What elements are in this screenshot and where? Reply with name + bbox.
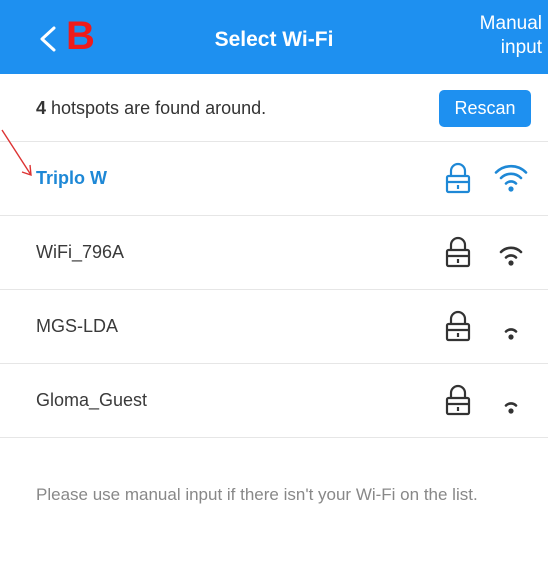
manual-input-hint: Please use manual input if there isn't y… [36, 485, 478, 504]
wifi-network-name: Gloma_Guest [36, 390, 148, 410]
rescan-button[interactable]: Rescan [439, 90, 531, 127]
wifi-signal-icon [504, 402, 518, 414]
lock-icon [445, 236, 471, 268]
lock-icon [445, 162, 471, 194]
manual-input-button[interactable]: Manual input [432, 12, 542, 60]
hotspot-count-text: 4 hotspots are found around. [36, 98, 266, 119]
lock-icon [445, 310, 471, 342]
manual-input-label-line1: Manual [479, 13, 542, 34]
app-header: B Select Wi-Fi Manual input [0, 0, 548, 74]
lock-icon [445, 384, 471, 416]
wifi-network-row[interactable]: WiFi_796A [0, 216, 548, 290]
wifi-network-name: WiFi_796A [36, 242, 125, 262]
hotspot-count-suffix: hotspots are found around. [46, 98, 267, 118]
wifi-network-row[interactable]: Gloma_Guest [0, 364, 548, 438]
wifi-signal-icon [494, 164, 528, 192]
wifi-network-row[interactable]: Triplo W [0, 142, 548, 216]
hotspot-count: 4 [36, 98, 47, 118]
wifi-network-row[interactable]: MGS-LDA [0, 290, 548, 364]
wifi-network-name: Triplo W [36, 168, 107, 188]
wifi-network-name: MGS-LDA [36, 316, 119, 336]
wifi-signal-icon [504, 328, 518, 340]
wifi-signal-icon [499, 246, 523, 266]
manual-input-label-line2: input [500, 37, 542, 58]
annotation-arrow-icon [1, 129, 32, 177]
